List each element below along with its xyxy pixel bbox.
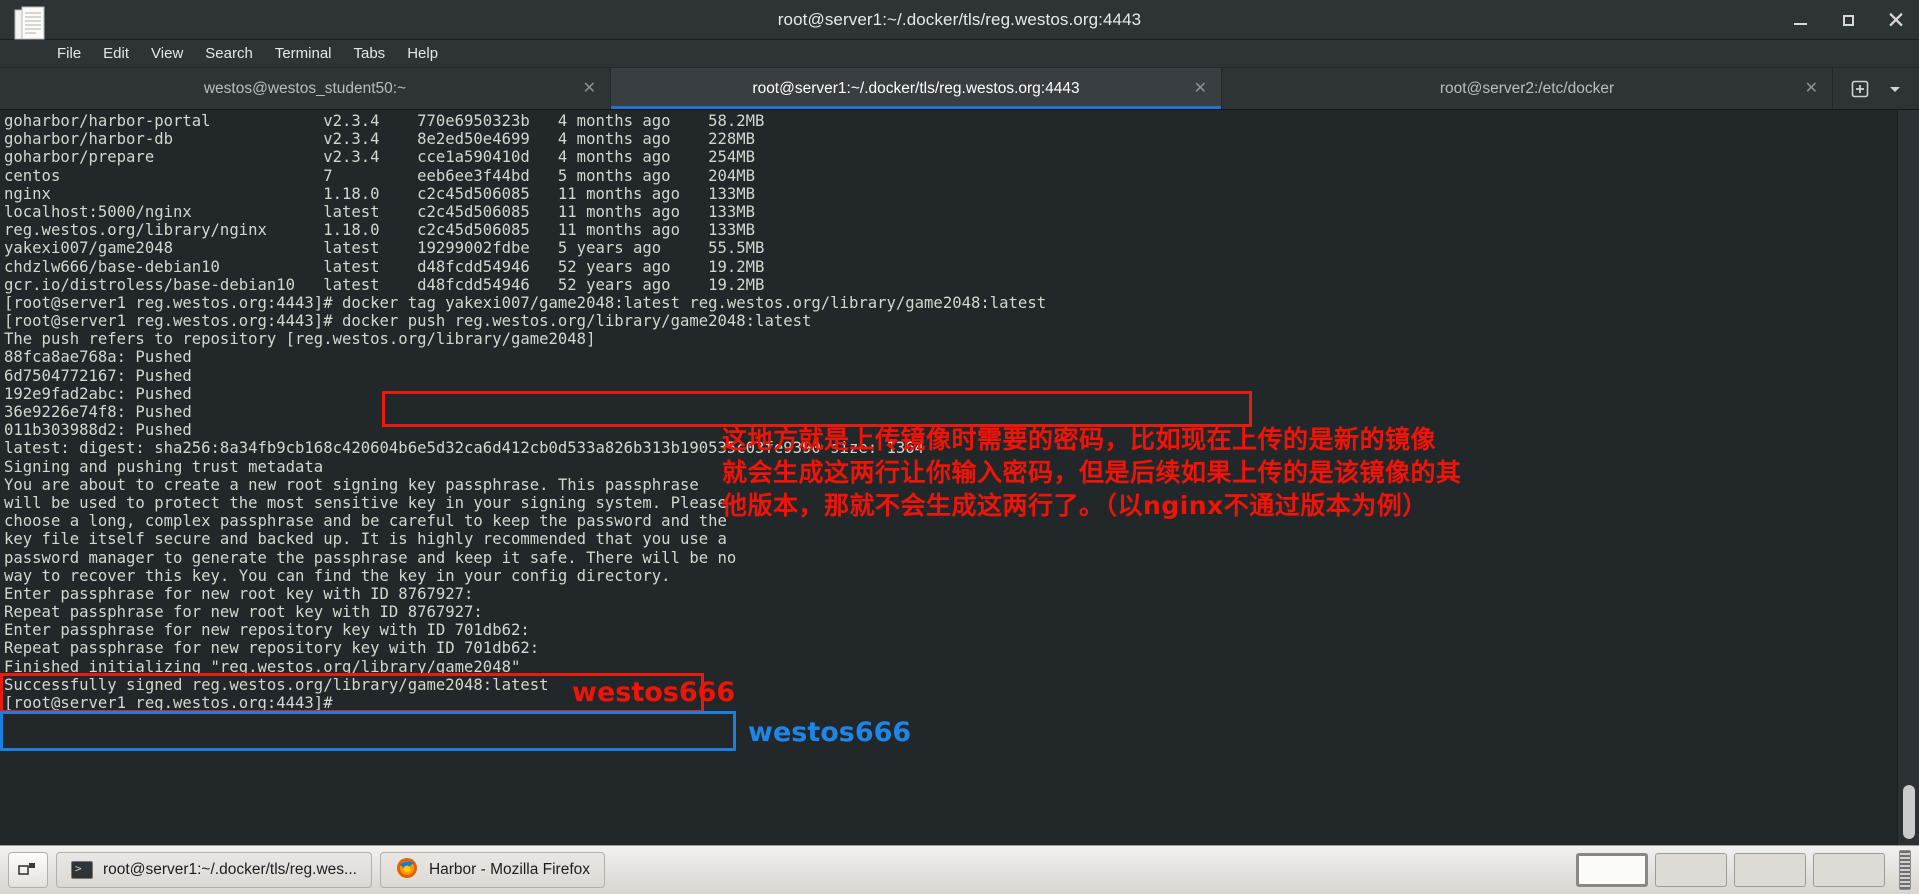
new-tab-icon[interactable] [1849, 78, 1871, 100]
terminal-line: chdzlw666/base-debian10 latest d48fcdd54… [4, 257, 765, 276]
document-icon [14, 6, 48, 46]
taskbar-window-label: root@server1:~/.docker/tls/reg.wes... [103, 861, 357, 878]
menu-search[interactable]: Search [194, 42, 264, 65]
taskbar-window-firefox[interactable]: Harbor - Mozilla Firefox [379, 852, 605, 888]
firefox-icon [395, 856, 419, 885]
annotation-cjk-note: 这地方就是上传镜像时需要的密码，比如现在上传的是新的镜像 就会生成这两行让你输入… [722, 425, 1462, 520]
title-bar: root@server1:~/.docker/tls/reg.westos.or… [0, 0, 1919, 40]
terminal-line: 88fca8ae768a: Pushed [4, 348, 192, 367]
terminal-line: centos 7 eeb6ee3f44bd 5 months ago 204MB [4, 166, 756, 185]
terminal-line: Enter passphrase for new root key with I… [4, 584, 474, 603]
minimize-button[interactable] [1789, 9, 1811, 31]
terminal-line: gcr.io/distroless/base-debian10 latest d… [4, 275, 765, 294]
workspace-3[interactable] [1734, 853, 1806, 887]
menu-terminal[interactable]: Terminal [264, 42, 343, 65]
workspace-2[interactable] [1655, 853, 1727, 887]
workspace-switcher [1576, 853, 1885, 887]
terminal-window: root@server1:~/.docker/tls/reg.westos.or… [0, 0, 1919, 894]
terminal-line: Successfully signed reg.westos.org/libra… [4, 675, 549, 694]
menu-edit[interactable]: Edit [92, 42, 140, 65]
menu-view[interactable]: View [140, 42, 194, 65]
terminal-line: nginx 1.18.0 c2c45d506085 11 months ago … [4, 184, 756, 203]
tab-server1-docker-tls[interactable]: root@server1:~/.docker/tls/reg.westos.or… [611, 68, 1222, 109]
tab-server2-etc-docker[interactable]: root@server2:/etc/docker ✕ [1222, 68, 1833, 109]
tab-close-icon[interactable]: ✕ [1194, 80, 1207, 97]
terminal-line: Finished initializing "reg.westos.org/li… [4, 657, 521, 676]
tab-bar: westos@westos_student50:~ ✕ root@server1… [0, 68, 1919, 110]
window-controls: ✕ [1789, 0, 1907, 40]
window-title: root@server1:~/.docker/tls/reg.westos.or… [777, 9, 1142, 29]
tab-label: westos@westos_student50:~ [203, 79, 407, 97]
terminal-line: 192e9fad2abc: Pushed [4, 384, 192, 403]
terminal-line: goharbor/harbor-db v2.3.4 8e2ed50e4699 4… [4, 130, 756, 149]
terminal-line: [root@server1 reg.westos.org:4443]# [4, 694, 333, 712]
terminal-line: Repeat passphrase for new repository key… [4, 639, 540, 658]
menu-file[interactable]: File [46, 42, 92, 65]
terminal-line: key file itself secure and backed up. It… [4, 530, 727, 549]
terminal-line: localhost:5000/nginx latest c2c45d506085… [4, 202, 756, 221]
menu-bar: File Edit View Search Terminal Tabs Help [0, 40, 1919, 68]
show-desktop-icon[interactable] [8, 852, 48, 888]
tab-close-icon[interactable]: ✕ [583, 80, 596, 97]
tab-close-icon[interactable]: ✕ [1805, 80, 1818, 97]
terminal-line: The push refers to repository [reg.westo… [4, 330, 596, 349]
maximize-button[interactable] [1837, 9, 1859, 31]
tab-bar-controls [1833, 68, 1919, 109]
terminal-line: goharbor/harbor-portal v2.3.4 770e695032… [4, 112, 765, 130]
terminal-line: [root@server1 reg.westos.org:4443]# dock… [4, 293, 1047, 312]
terminal-line: goharbor/prepare v2.3.4 cce1a590410d 4 m… [4, 148, 756, 167]
taskbar-window-label: Harbor - Mozilla Firefox [428, 861, 590, 878]
taskbar: root@server1:~/.docker/tls/reg.wes... Ha… [0, 845, 1919, 894]
terminal-line: 36e9226e74f8: Pushed [4, 403, 192, 421]
terminal-body[interactable]: goharbor/harbor-portal v2.3.4 770e695032… [0, 110, 1919, 845]
tab-westos-student50[interactable]: westos@westos_student50:~ ✕ [0, 68, 611, 109]
workspace-1[interactable] [1576, 853, 1648, 887]
taskbar-window-terminal[interactable]: root@server1:~/.docker/tls/reg.wes... [56, 852, 372, 888]
terminal-line: yakexi007/game2048 latest 19299002fdbe 5… [4, 239, 765, 258]
terminal-line: [root@server1 reg.westos.org:4443]# dock… [4, 312, 812, 331]
terminal-line: password manager to generate the passphr… [4, 548, 737, 567]
taskbar-grip[interactable] [1899, 850, 1911, 890]
chevron-down-icon[interactable] [1887, 81, 1903, 97]
terminal-line: Enter passphrase for new repository key … [4, 621, 530, 640]
menu-tabs[interactable]: Tabs [343, 42, 397, 65]
menu-help[interactable]: Help [396, 42, 449, 65]
terminal-line: way to recover this key. You can find th… [4, 566, 671, 585]
tab-label: root@server2:/etc/docker [1439, 79, 1615, 97]
terminal-scrollbar[interactable] [1897, 110, 1919, 845]
terminal-icon [71, 861, 93, 879]
scrollbar-thumb[interactable] [1903, 785, 1915, 839]
terminal-line: 6d7504772167: Pushed [4, 366, 192, 385]
tab-label: root@server1:~/.docker/tls/reg.westos.or… [752, 79, 1080, 97]
terminal-line: Repeat passphrase for new root key with … [4, 603, 483, 622]
terminal-line: reg.westos.org/library/nginx 1.18.0 c2c4… [4, 221, 756, 240]
close-button[interactable]: ✕ [1885, 9, 1907, 32]
workspace-4[interactable] [1813, 853, 1885, 887]
